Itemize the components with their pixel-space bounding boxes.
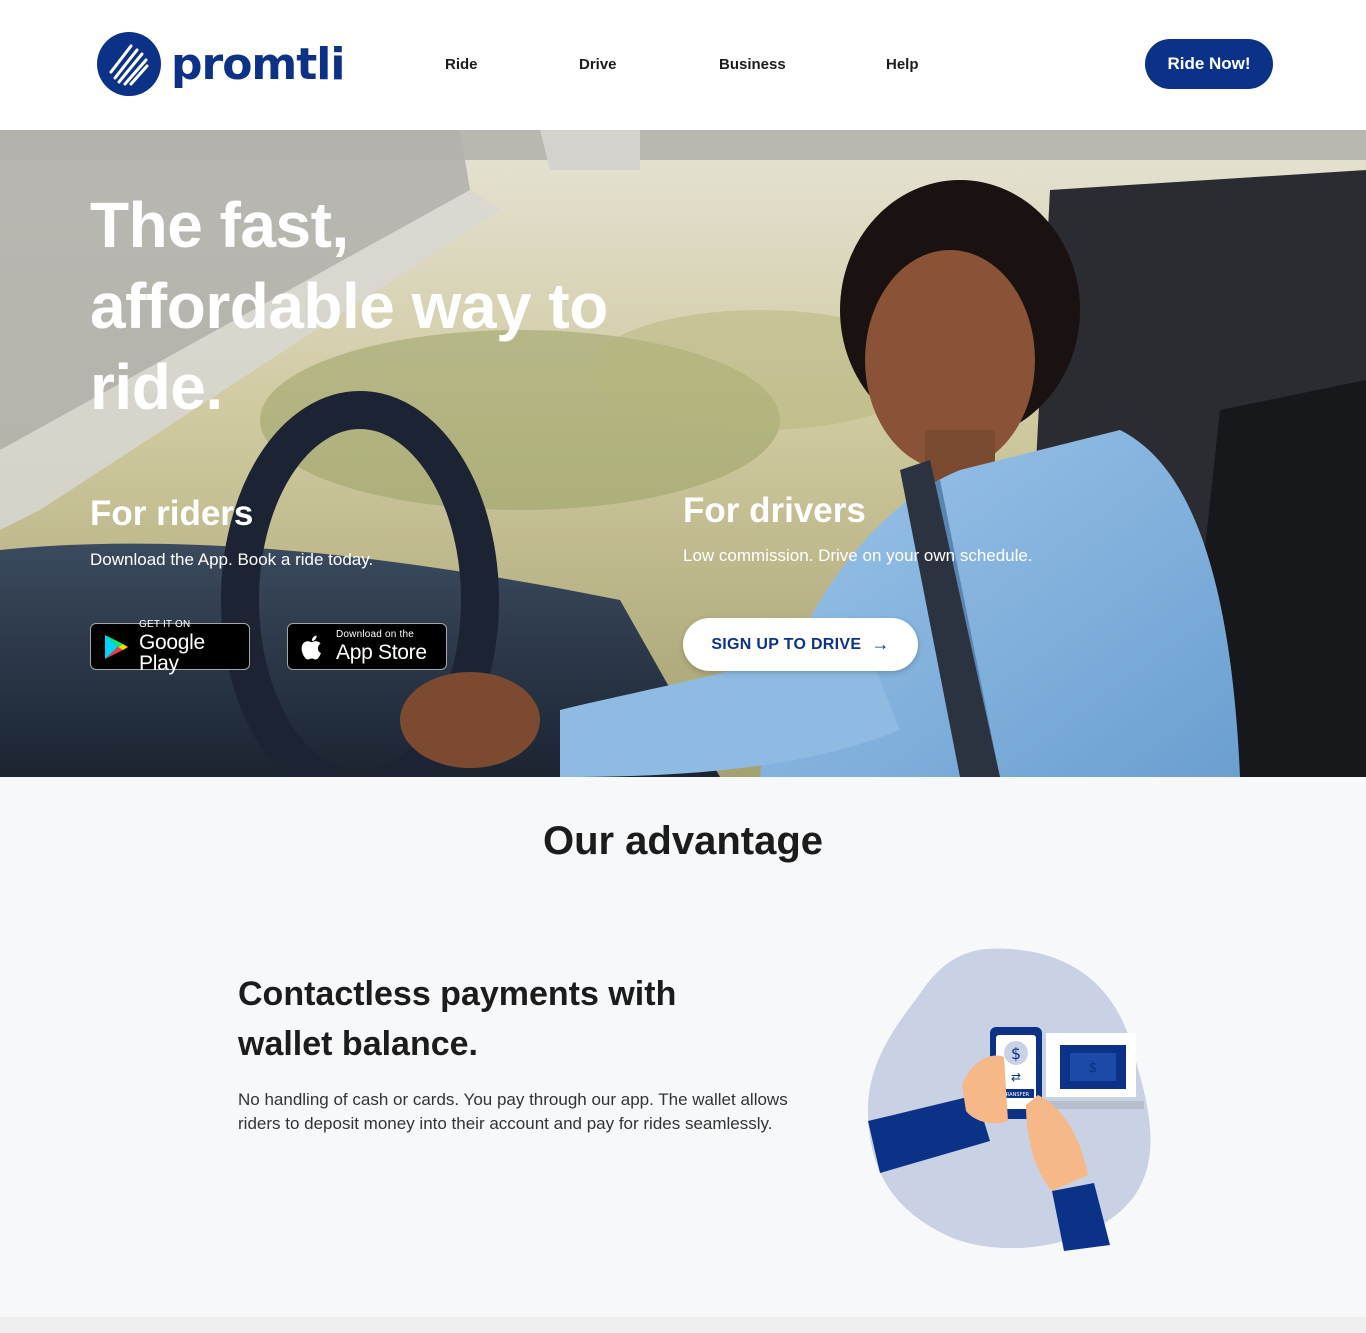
nav-business[interactable]: Business xyxy=(719,56,786,73)
phone-dollar-icon: $ xyxy=(1011,1044,1021,1063)
terminal-dollar-icon: $ xyxy=(1089,1060,1098,1076)
site-header: promtli Ride Drive Business Help Ride No… xyxy=(0,0,1366,130)
transfer-arrows-icon: ⇄ xyxy=(1011,1070,1021,1084)
nav-ride[interactable]: Ride xyxy=(445,56,478,73)
advantage-section: Our advantage Contactless payments with … xyxy=(0,777,1366,1317)
google-play-big-text: Google Play xyxy=(139,630,205,675)
drivers-subtitle: Low commission. Drive on your own schedu… xyxy=(683,546,1033,565)
wallet-payment-illustration: $ $ ⇄ TRANSFER xyxy=(867,948,1151,1251)
brand-name: promtli xyxy=(171,38,345,90)
apple-icon xyxy=(301,635,321,660)
riders-title: For riders xyxy=(90,494,254,533)
drivers-title: For drivers xyxy=(683,491,866,530)
app-store-small-text: Download on the xyxy=(336,629,415,640)
hero-section: The fast, affordable way to ride. For ri… xyxy=(0,130,1366,777)
brand-logo[interactable]: promtli xyxy=(97,32,345,96)
advantage-text: No handling of cash or cards. You pay th… xyxy=(238,1090,788,1133)
google-play-icon xyxy=(105,634,128,659)
nav-help[interactable]: Help xyxy=(886,56,919,73)
hero-title: The fast, affordable way to ride. xyxy=(90,189,608,423)
ride-now-button[interactable]: Ride Now! xyxy=(1145,39,1273,89)
app-store-big-text: App Store xyxy=(336,641,427,664)
sign-up-to-drive-label: SIGN UP TO DRIVE xyxy=(711,635,862,653)
google-play-badge[interactable]: GET IT ON Google Play xyxy=(90,618,250,674)
app-store-badge[interactable]: Download on the App Store xyxy=(287,623,447,670)
sign-up-to-drive-button[interactable]: SIGN UP TO DRIVE → xyxy=(683,618,918,671)
arrow-right-icon: → xyxy=(871,634,890,654)
footer-strip xyxy=(0,1317,1366,1333)
advantage-heading: Our advantage xyxy=(542,819,824,863)
google-play-small-text: GET IT ON xyxy=(139,618,191,630)
advantage-title: Contactless payments with wallet balance… xyxy=(238,975,677,1063)
logo-mark-icon xyxy=(97,32,161,96)
nav-drive[interactable]: Drive xyxy=(579,56,617,73)
riders-subtitle: Download the App. Book a ride today. xyxy=(90,550,374,569)
